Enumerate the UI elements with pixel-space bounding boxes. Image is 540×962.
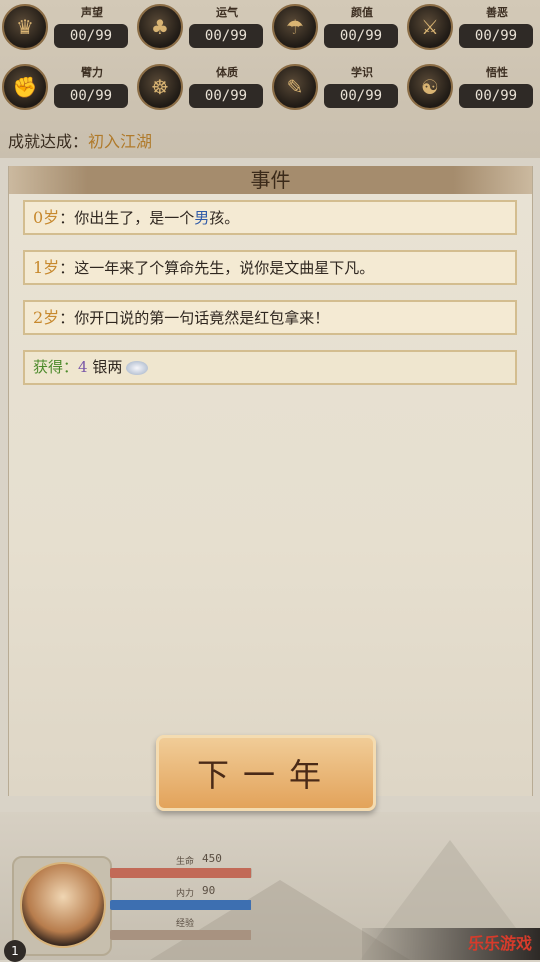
reward-amount: 4	[78, 358, 88, 376]
event-sep: ：	[59, 309, 75, 327]
stat-cell: ☂ 颜值 00/99	[270, 2, 405, 60]
event-age: 0岁	[33, 208, 60, 227]
stat-label: 悟性	[486, 66, 508, 79]
stat-value: 00/99	[459, 24, 533, 48]
event-age: 2岁	[33, 308, 60, 327]
stat-cell: ⚔ 善恶 00/99	[405, 2, 540, 60]
stat-value: 00/99	[54, 84, 128, 108]
stat-cell: ♣ 运气 00/99	[135, 2, 270, 60]
looks-icon[interactable]: ☂	[272, 4, 318, 50]
stat-bar-fill	[110, 900, 251, 910]
watermark: 乐乐游戏	[467, 934, 532, 953]
constitution-icon[interactable]: ☸	[137, 64, 183, 110]
luck-icon[interactable]: ♣	[137, 4, 183, 50]
next-year-button[interactable]: 下一年	[156, 735, 376, 811]
stat-cell: ♛ 声望 00/99	[0, 2, 135, 60]
stat-label: 声望	[81, 6, 103, 19]
event-text-end: 孩。	[209, 209, 240, 227]
stat-value: 00/99	[324, 24, 398, 48]
stat-cell: ✊ 臂力 00/99	[0, 62, 135, 120]
strength-icon[interactable]: ✊	[2, 64, 48, 110]
comprehension-icon[interactable]: ☯	[407, 64, 453, 110]
reputation-icon[interactable]: ♛	[2, 4, 48, 50]
stat-label: 臂力	[81, 66, 103, 79]
stat-label: 颜值	[351, 6, 373, 19]
event-text: 你出生了，是一个	[74, 209, 195, 227]
event-highlight: 男	[194, 209, 210, 227]
stat-bar-fill	[110, 930, 251, 940]
event-panel: 事件 0岁：你出生了，是一个男孩。 1岁：这一年来了个算命先生，说你是文曲星下凡…	[8, 166, 533, 796]
player-avatar[interactable]	[20, 862, 106, 948]
bar-label: 内力	[176, 889, 195, 899]
stat-cell: ✎ 学识 00/99	[270, 62, 405, 120]
stat-label: 善恶	[486, 6, 508, 19]
stat-value: 00/99	[54, 24, 128, 48]
reward-label: 获得	[33, 358, 64, 376]
stat-bar	[110, 930, 252, 940]
stat-value: 00/99	[459, 84, 533, 108]
stat-label: 运气	[216, 6, 238, 19]
stat-value: 00/99	[189, 24, 263, 48]
event-text: 这一年来了个算命先生，说你是文曲星下凡。	[74, 259, 375, 277]
stat-bar	[110, 868, 252, 878]
silver-tael-icon	[126, 361, 149, 375]
reward-sep: ：	[63, 358, 79, 376]
stat-label: 学识	[351, 66, 373, 79]
stat-label: 体质	[216, 66, 238, 79]
event-panel-title: 事件	[9, 166, 532, 194]
stat-bar	[110, 900, 252, 910]
bar-label: 生命	[176, 857, 195, 867]
morality-icon[interactable]: ⚔	[407, 4, 453, 50]
event-sep: ：	[59, 259, 75, 277]
player-level-badge: 1	[4, 940, 26, 962]
achievement-title: 初入江湖	[88, 132, 153, 151]
bar-value: 90	[202, 884, 216, 897]
stat-value: 00/99	[324, 84, 398, 108]
bar-label: 经验	[176, 919, 195, 929]
stat-bar-fill	[110, 868, 251, 878]
event-item: 1岁：这一年来了个算命先生，说你是文曲星下凡。	[23, 250, 517, 285]
reward-item: 获得：4 银两	[23, 350, 517, 385]
bar-value: 450	[202, 852, 222, 865]
event-text: 你开口说的第一句话竟然是红包拿来！	[74, 309, 330, 327]
event-item: 2岁：你开口说的第一句话竟然是红包拿来！	[23, 300, 517, 335]
knowledge-icon[interactable]: ✎	[272, 64, 318, 110]
event-item: 0岁：你出生了，是一个男孩。	[23, 200, 517, 235]
stat-value: 00/99	[189, 84, 263, 108]
stat-cell: ☸ 体质 00/99	[135, 62, 270, 120]
achievement-prefix: 成就达成：	[8, 132, 89, 151]
event-sep: ：	[59, 209, 75, 227]
reward-item-name: 银两	[92, 358, 123, 376]
stat-cell: ☯ 悟性 00/99	[405, 62, 540, 120]
event-age: 1岁	[33, 258, 60, 277]
achievement-line: 成就达成：初入江湖	[8, 128, 152, 152]
